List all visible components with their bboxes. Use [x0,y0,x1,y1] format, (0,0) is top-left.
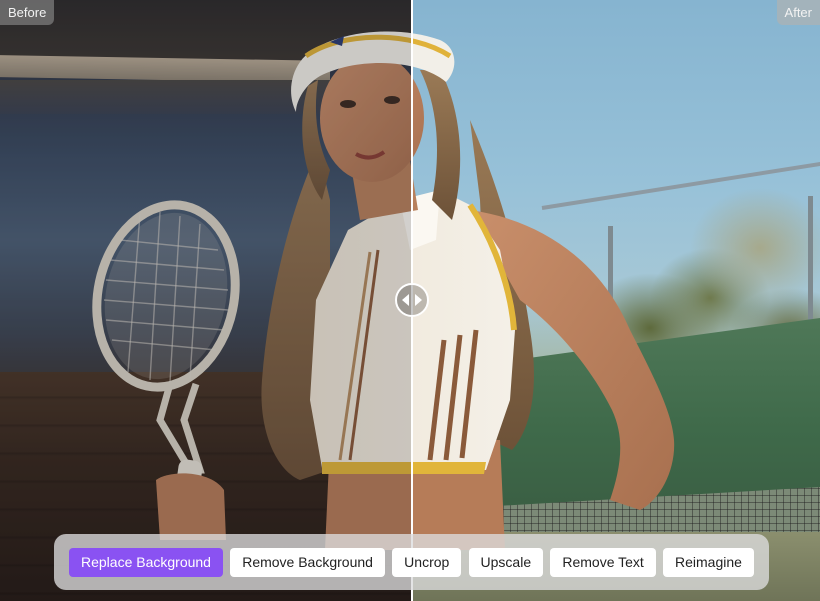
before-image [0,0,412,601]
remove-background-button[interactable]: Remove Background [230,547,385,577]
remove-text-button[interactable]: Remove Text [550,547,656,577]
upscale-button[interactable]: Upscale [468,547,544,577]
after-label: After [776,0,820,25]
after-image [412,0,820,601]
left-right-arrows-icon [402,294,422,306]
canopy-underside [0,80,412,114]
uncrop-button[interactable]: Uncrop [392,547,462,577]
reimagine-button[interactable]: Reimagine [663,547,754,577]
before-label: Before [0,0,55,25]
green-windscreen [412,318,820,518]
comparison-slider-handle[interactable] [395,283,429,317]
replace-background-button[interactable]: Replace Background [69,547,223,577]
tool-selector-bar: Replace Background Remove Background Unc… [54,534,769,590]
before-after-comparison: Before After Replace Background Remove B… [0,0,820,601]
fence-post [608,226,613,336]
canopy-shadow [0,0,412,62]
fence-post [808,196,813,326]
canopy-band [0,55,330,83]
